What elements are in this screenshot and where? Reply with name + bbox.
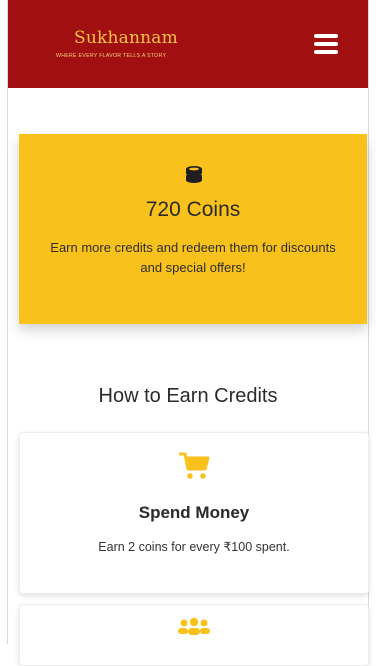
coins-description: Earn more credits and redeem them for di… [50,240,336,275]
card-description: Earn 2 coins for every ₹100 spent. [98,540,290,554]
coins-icon [186,166,202,183]
users-icon [178,617,210,635]
hamburger-icon [314,34,338,38]
top-header: Sukhannam WHERE EVERY FLAVOR TELLS A STO… [8,0,368,88]
section-heading: How to Earn Credits [98,385,278,407]
shopping-cart-icon [179,452,210,479]
coins-balance-card: 720 Coins Earn more credits and redeem t… [19,134,367,324]
menu-button[interactable] [314,34,338,54]
earn-method-card: Spend Money Earn 2 coins for every ₹100 … [19,432,369,594]
logo-text: Sukhannam [74,28,178,48]
earn-method-card [19,604,369,666]
card-title: Spend Money [138,503,250,522]
coins-balance: 720 Coins [145,198,241,221]
logo-tagline: WHERE EVERY FLAVOR TELLS A STORY [56,53,167,59]
brand-logo[interactable]: Sukhannam WHERE EVERY FLAVOR TELLS A STO… [56,20,206,66]
